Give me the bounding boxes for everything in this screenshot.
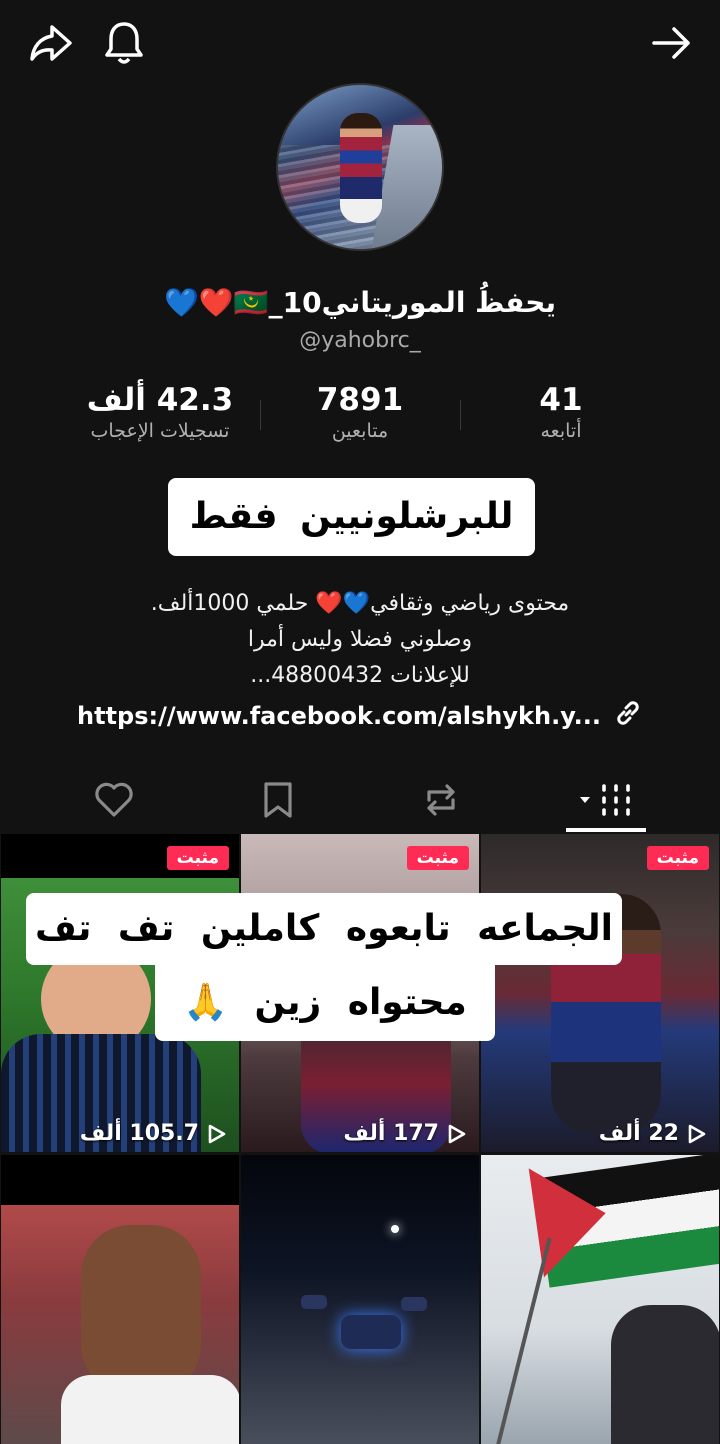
pinned-badge: مثبت <box>406 846 469 870</box>
profile-banner: للبرشلونيين فقط <box>168 478 535 556</box>
play-icon <box>208 1124 226 1143</box>
active-tab-indicator <box>566 828 646 832</box>
heart-icon[interactable] <box>84 770 144 830</box>
profile-tabs <box>0 760 720 834</box>
video-thumbnail[interactable] <box>481 1155 719 1444</box>
pinned-badge: مثبت <box>646 846 709 870</box>
view-count: 105.7 ألف <box>80 1121 227 1146</box>
thumbnail-figure <box>611 1305 719 1444</box>
play-icon <box>448 1124 466 1143</box>
display-name: يحفظُ الموريتاني10_🇲🇷❤️💙 <box>163 286 556 319</box>
stat-following[interactable]: 41 أتابعه <box>451 382 671 442</box>
overlay-caption-line2: محتواه زين 🙏 <box>155 965 495 1041</box>
followers-label: متابعين <box>331 420 389 442</box>
arrow-right-icon[interactable] <box>647 18 697 68</box>
video-thumbnail[interactable] <box>1 1155 239 1444</box>
avatar-player <box>340 113 382 223</box>
video-grid: مثبت 22 ألف مثبت 177 ألف مثبت 105.7 ألف <box>0 834 720 1444</box>
view-count: 177 ألف <box>343 1121 467 1146</box>
video-thumbnail[interactable]: مثبت 22 ألف <box>481 834 719 1152</box>
view-count-value: 105.7 ألف <box>79 1121 199 1146</box>
link-icon <box>613 698 643 734</box>
thumbnail-car <box>301 1295 327 1309</box>
play-icon <box>688 1124 706 1143</box>
videos-grid-icon[interactable] <box>566 770 646 830</box>
bio-line: محتوى رياضي وثقافي💙❤️ حلمي 1000ألف. <box>150 591 570 616</box>
following-label: أتابعه <box>540 420 582 442</box>
likes-count: 42.3 ألف <box>86 382 234 418</box>
stat-followers[interactable]: 7891 متابعين <box>250 382 470 442</box>
bio: محتوى رياضي وثقافي💙❤️ حلمي 1000ألف. وصلو… <box>0 586 720 694</box>
overlay-caption-line1: الجماعه تابعوه كاملين تف تف <box>26 893 622 965</box>
pinned-badge: مثبت <box>166 846 229 870</box>
view-count: 22 ألف <box>599 1121 707 1146</box>
thumbnail-car <box>341 1315 401 1349</box>
bookmark-icon[interactable] <box>248 770 308 830</box>
thumbnail-shirt <box>61 1375 239 1444</box>
share-arrow-icon[interactable] <box>26 18 76 68</box>
profile-link[interactable]: https://www.facebook.com/alshykh.y... <box>70 698 650 734</box>
view-count-value: 22 ألف <box>598 1121 679 1146</box>
top-bar <box>0 0 720 90</box>
thumbnail-face <box>81 1225 201 1395</box>
bell-icon[interactable] <box>99 18 149 68</box>
thumbnail-image <box>241 1155 479 1444</box>
stat-likes[interactable]: 42.3 ألف تسجيلات الإعجاب <box>50 382 270 442</box>
bio-line: وصلوني فضلا وليس أمرا <box>247 627 473 652</box>
followers-count: 7891 <box>316 382 404 418</box>
avatar[interactable] <box>276 83 444 251</box>
thumbnail-car <box>401 1297 427 1311</box>
likes-label: تسجيلات الإعجاب <box>90 420 230 442</box>
street-light <box>391 1225 399 1233</box>
profile-link-url[interactable]: https://www.facebook.com/alshykh.y... <box>77 702 601 730</box>
repost-icon[interactable] <box>411 770 471 830</box>
following-count: 41 <box>539 382 583 418</box>
bio-line: للإعلانات 48800432... <box>250 663 470 688</box>
video-thumbnail[interactable] <box>241 1155 479 1444</box>
view-count-value: 177 ألف <box>343 1121 439 1146</box>
username: @yahobrc_ <box>299 328 421 353</box>
